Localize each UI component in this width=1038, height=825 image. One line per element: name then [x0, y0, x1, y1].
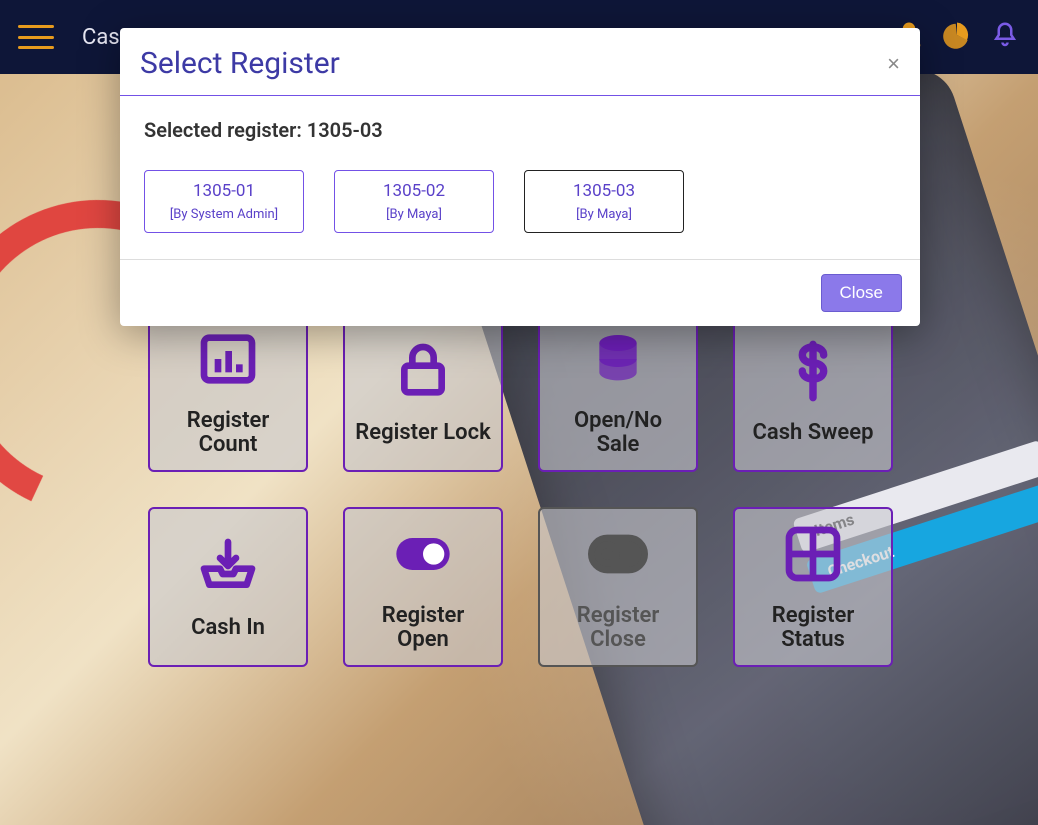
register-options-row: 1305-01 [By System Admin] 1305-02 [By May… — [144, 170, 896, 233]
register-id: 1305-01 — [153, 181, 295, 201]
modal-title: Select Register — [140, 46, 340, 81]
select-register-modal: Select Register × Selected register: 130… — [120, 28, 920, 326]
selected-register-prefix: Selected register: — [144, 118, 307, 142]
register-by: [By Maya] — [343, 207, 485, 222]
register-by: [By Maya] — [533, 207, 675, 222]
close-icon[interactable]: × — [887, 53, 900, 75]
register-by: [By System Admin] — [153, 207, 295, 222]
register-id: 1305-02 — [343, 181, 485, 201]
selected-register-label: Selected register: 1305-03 — [144, 118, 896, 142]
register-option[interactable]: 1305-02 [By Maya] — [334, 170, 494, 233]
close-button[interactable]: Close — [821, 274, 902, 312]
register-id: 1305-03 — [533, 181, 675, 201]
selected-register-value: 1305-03 — [307, 118, 383, 142]
register-option[interactable]: 1305-03 [By Maya] — [524, 170, 684, 233]
register-option[interactable]: 1305-01 [By System Admin] — [144, 170, 304, 233]
